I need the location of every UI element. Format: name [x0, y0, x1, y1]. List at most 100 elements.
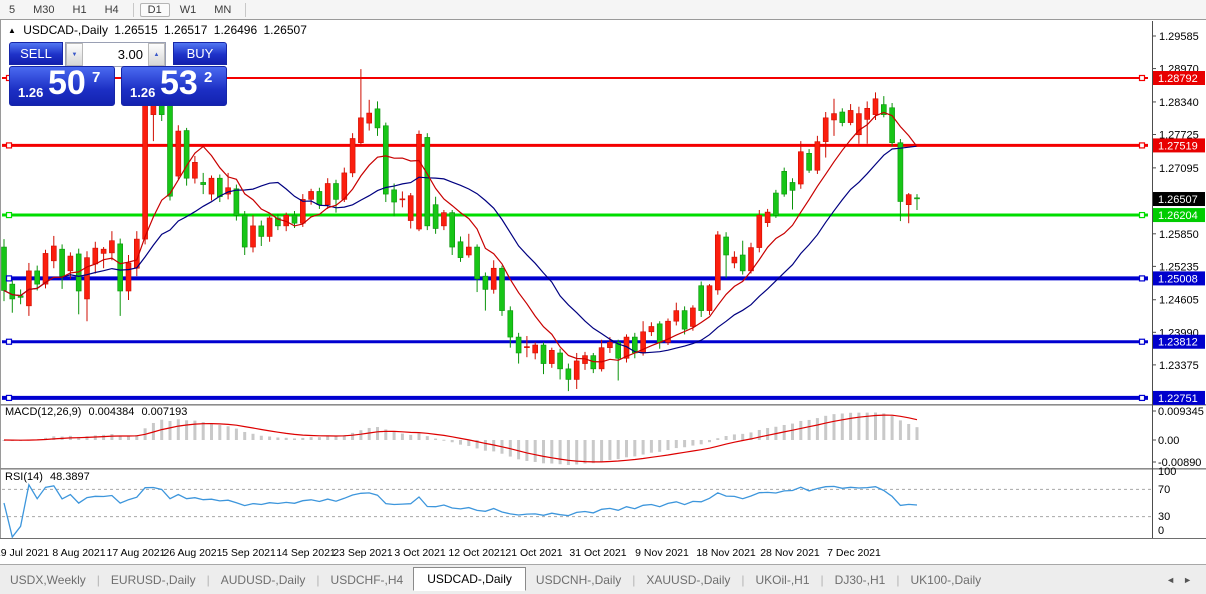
- tab-separator: |: [821, 573, 824, 587]
- line-handle[interactable]: [1140, 276, 1145, 281]
- date-label: 31 Oct 2021: [569, 547, 626, 559]
- ask-quote-button[interactable]: 1.26 53 2: [121, 66, 227, 106]
- indicator-axis-label: 0.009345: [1158, 406, 1204, 418]
- rsi-value: 48.3897: [50, 471, 90, 483]
- buy-button[interactable]: BUY: [173, 42, 227, 65]
- bid-price-badge: 1.26507: [1153, 192, 1205, 206]
- rsi-header: RSI(14) 48.3897: [5, 471, 94, 483]
- line-handle[interactable]: [1140, 76, 1145, 81]
- price-badge-1.25008: 1.25008: [1153, 271, 1205, 285]
- date-label: 29 Jul 2021: [0, 547, 49, 559]
- chart-title: ▲ USDCAD-,Daily 1.26515 1.26517 1.26496 …: [8, 23, 310, 37]
- chart-tabs-bar: USDX,Weekly|EURUSD-,Daily|AUDUSD-,Daily|…: [0, 564, 1206, 594]
- bid-quote-button[interactable]: 1.26 50 7: [9, 66, 115, 106]
- ask-price-big: 53: [160, 64, 198, 103]
- date-label: 12 Oct 2021: [448, 547, 505, 559]
- svg-text:1.25850: 1.25850: [1159, 229, 1199, 241]
- bid-price-pip: 7: [92, 69, 100, 86]
- rsi-name: RSI(14): [5, 471, 43, 483]
- date-label: 7 Dec 2021: [827, 547, 881, 559]
- tab-usdchf-h4[interactable]: USDCHF-,H4: [321, 569, 414, 591]
- tab-usdx-weekly[interactable]: USDX,Weekly: [0, 569, 96, 591]
- timeframe-button-w1[interactable]: W1: [172, 3, 205, 17]
- lot-decrease-button[interactable]: ▼: [66, 43, 83, 66]
- tab-usdcnh-daily[interactable]: USDCNH-,Daily: [526, 569, 631, 591]
- line-handle[interactable]: [7, 339, 12, 344]
- svg-text:1.23375: 1.23375: [1159, 360, 1199, 372]
- svg-text:1.29585: 1.29585: [1159, 31, 1199, 43]
- svg-text:1.26507: 1.26507: [1158, 194, 1198, 206]
- time-axis[interactable]: 29 Jul 20218 Aug 202117 Aug 202126 Aug 2…: [0, 547, 881, 559]
- svg-text:1.23812: 1.23812: [1158, 337, 1198, 349]
- ohlc-close: 1.26507: [264, 23, 307, 37]
- date-label: 28 Nov 2021: [760, 547, 820, 559]
- timeframe-button-m30[interactable]: M30: [25, 3, 62, 17]
- tab-uk100-daily[interactable]: UK100-,Daily: [900, 569, 991, 591]
- ohlc-open: 1.26515: [114, 23, 157, 37]
- ask-price-pip: 2: [204, 69, 212, 86]
- price-badge-1.22751: 1.22751: [1153, 391, 1205, 405]
- svg-text:1.28340: 1.28340: [1159, 97, 1199, 109]
- indicator-axis-label: 70: [1158, 484, 1170, 496]
- svg-text:1.22751: 1.22751: [1158, 393, 1198, 405]
- price-badge-1.28792: 1.28792: [1153, 71, 1205, 85]
- tab-scroll-right-icon[interactable]: ►: [1183, 575, 1192, 585]
- tab-separator: |: [316, 573, 319, 587]
- date-label: 8 Aug 2021: [52, 547, 105, 559]
- tab-separator: |: [97, 573, 100, 587]
- tab-usdcad-daily[interactable]: USDCAD-,Daily: [413, 567, 526, 591]
- date-label: 5 Sep 2021: [222, 547, 276, 559]
- date-label: 21 Oct 2021: [505, 547, 562, 559]
- collapse-triangle-icon[interactable]: ▲: [8, 26, 16, 35]
- svg-text:1.27519: 1.27519: [1158, 140, 1198, 152]
- svg-text:1.27095: 1.27095: [1159, 163, 1199, 175]
- line-handle[interactable]: [7, 213, 12, 218]
- symbol-period-label: USDCAD-,Daily: [23, 23, 108, 37]
- line-handle[interactable]: [7, 276, 12, 281]
- tab-separator: |: [896, 573, 899, 587]
- lot-size-input[interactable]: [83, 43, 148, 66]
- date-label: 23 Sep 2021: [333, 547, 393, 559]
- tab-xauusd-daily[interactable]: XAUUSD-,Daily: [636, 569, 740, 591]
- one-click-trading-panel: SELL ▼ ▲ BUY 1.26 50 7 1.26 53 2: [9, 42, 227, 106]
- indicator-axis-label: 100: [1158, 466, 1176, 478]
- tab-scroll-left-icon[interactable]: ◄: [1166, 575, 1175, 585]
- macd-name: MACD(12,26,9): [5, 406, 81, 418]
- tab-eurusd-daily[interactable]: EURUSD-,Daily: [101, 569, 206, 591]
- toolbar-separator: [133, 3, 134, 17]
- tab-dj30-h1[interactable]: DJ30-,H1: [825, 569, 896, 591]
- timeframe-button-h4[interactable]: H4: [97, 3, 127, 17]
- line-handle[interactable]: [7, 395, 12, 400]
- indicator-axis-label: 0: [1158, 525, 1164, 537]
- timeframe-button-mn[interactable]: MN: [206, 3, 239, 17]
- line-handle[interactable]: [7, 143, 12, 148]
- indicator-axis-label: 30: [1158, 511, 1170, 523]
- svg-text:1.28792: 1.28792: [1158, 73, 1198, 85]
- ask-price-prefix: 1.26: [130, 85, 155, 100]
- timeframe-button-5[interactable]: 5: [1, 3, 23, 17]
- tab-separator: |: [741, 573, 744, 587]
- svg-text:1.26204: 1.26204: [1158, 210, 1198, 222]
- bid-price-prefix: 1.26: [18, 85, 43, 100]
- timeframe-button-h1[interactable]: H1: [65, 3, 95, 17]
- svg-text:1.25008: 1.25008: [1158, 273, 1198, 285]
- line-handle[interactable]: [1140, 395, 1145, 400]
- tab-audusd-daily[interactable]: AUDUSD-,Daily: [211, 569, 316, 591]
- date-label: 3 Oct 2021: [394, 547, 446, 559]
- timeframe-button-d1[interactable]: D1: [140, 3, 170, 17]
- timeframe-toolbar: 5M30H1H4 D1W1MN: [0, 0, 1206, 20]
- line-handle[interactable]: [1140, 339, 1145, 344]
- macd-header: MACD(12,26,9) 0.004384 0.007193: [5, 406, 191, 418]
- date-label: 18 Nov 2021: [696, 547, 756, 559]
- lot-increase-button[interactable]: ▲: [148, 43, 165, 66]
- ohlc-low: 1.26496: [214, 23, 257, 37]
- date-label: 26 Aug 2021: [164, 547, 223, 559]
- rsi-splitter[interactable]: [0, 468, 1206, 470]
- tab-scroll-controls: ◄►: [1166, 575, 1206, 585]
- tab-separator: |: [207, 573, 210, 587]
- tab-ukoil-h1[interactable]: UKOil-,H1: [746, 569, 820, 591]
- sell-button[interactable]: SELL: [9, 42, 63, 65]
- line-handle[interactable]: [1140, 143, 1145, 148]
- line-handle[interactable]: [1140, 213, 1145, 218]
- svg-text:1.24605: 1.24605: [1159, 295, 1199, 307]
